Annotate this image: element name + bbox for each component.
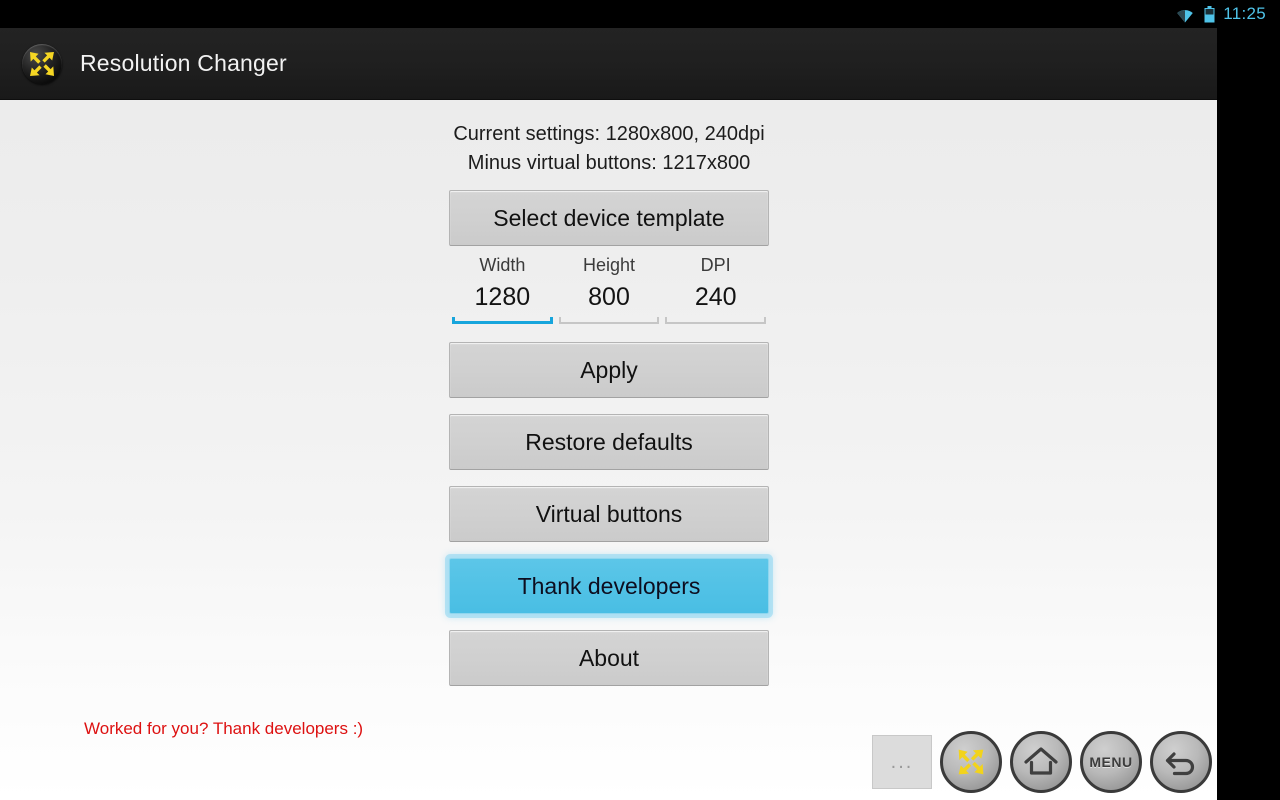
current-settings-text: Current settings: 1280x800, 240dpi bbox=[453, 123, 765, 145]
select-device-template-button[interactable]: Select device template bbox=[449, 190, 769, 246]
back-icon bbox=[1162, 745, 1200, 779]
thank-developers-hint: Worked for you? Thank developers :) bbox=[84, 719, 364, 738]
height-label: Height bbox=[582, 255, 636, 275]
main-content: Current settings: 1280x800, 240dpi Minus… bbox=[0, 100, 1217, 800]
width-input[interactable] bbox=[452, 278, 553, 316]
dpi-underline bbox=[665, 316, 767, 324]
height-field-group: Height bbox=[556, 252, 663, 324]
height-underline bbox=[558, 316, 660, 324]
thank-developers-button[interactable]: Thank developers bbox=[449, 558, 769, 614]
action-bar: Resolution Changer bbox=[0, 28, 1217, 100]
width-label: Width bbox=[479, 255, 526, 275]
app-window: Resolution Changer Current settings: 128… bbox=[0, 28, 1217, 800]
minus-virtual-buttons-text: Minus virtual buttons: 1217x800 bbox=[467, 152, 751, 174]
nav-menu-button[interactable]: MENU bbox=[1080, 731, 1142, 793]
wifi-icon bbox=[1174, 6, 1196, 23]
height-input[interactable] bbox=[558, 278, 660, 316]
width-field-group: Width bbox=[449, 252, 556, 324]
nav-back-button[interactable] bbox=[1150, 731, 1212, 793]
nav-app-shortcut-button[interactable] bbox=[940, 731, 1002, 793]
resolution-changer-icon bbox=[22, 43, 62, 84]
resolution-changer-icon bbox=[952, 743, 990, 781]
dpi-field-group: DPI bbox=[662, 252, 769, 324]
virtual-buttons-button[interactable]: Virtual buttons bbox=[449, 486, 769, 542]
home-icon bbox=[1022, 745, 1060, 779]
apply-button[interactable]: Apply bbox=[449, 342, 769, 398]
menu-icon: MENU bbox=[1089, 754, 1133, 770]
dpi-input[interactable] bbox=[665, 278, 767, 316]
floating-nav-overlay: ... MENU bbox=[872, 731, 1212, 793]
settings-form: Current settings: 1280x800, 240dpi Minus… bbox=[449, 100, 769, 686]
nav-home-button[interactable] bbox=[1010, 731, 1072, 793]
width-underline bbox=[452, 316, 553, 324]
device-screen: 11:25 Resolution Changer Current setting… bbox=[0, 0, 1280, 800]
nav-drag-handle[interactable]: ... bbox=[872, 735, 932, 789]
dpi-label: DPI bbox=[700, 255, 731, 275]
resolution-fields-row: Width Height DPI bbox=[449, 252, 769, 324]
status-bar: 11:25 bbox=[0, 0, 1280, 28]
page-title: Resolution Changer bbox=[80, 50, 287, 76]
about-button[interactable]: About bbox=[449, 630, 769, 686]
battery-icon bbox=[1204, 5, 1215, 23]
status-clock: 11:25 bbox=[1223, 4, 1266, 23]
restore-defaults-button[interactable]: Restore defaults bbox=[449, 414, 769, 470]
